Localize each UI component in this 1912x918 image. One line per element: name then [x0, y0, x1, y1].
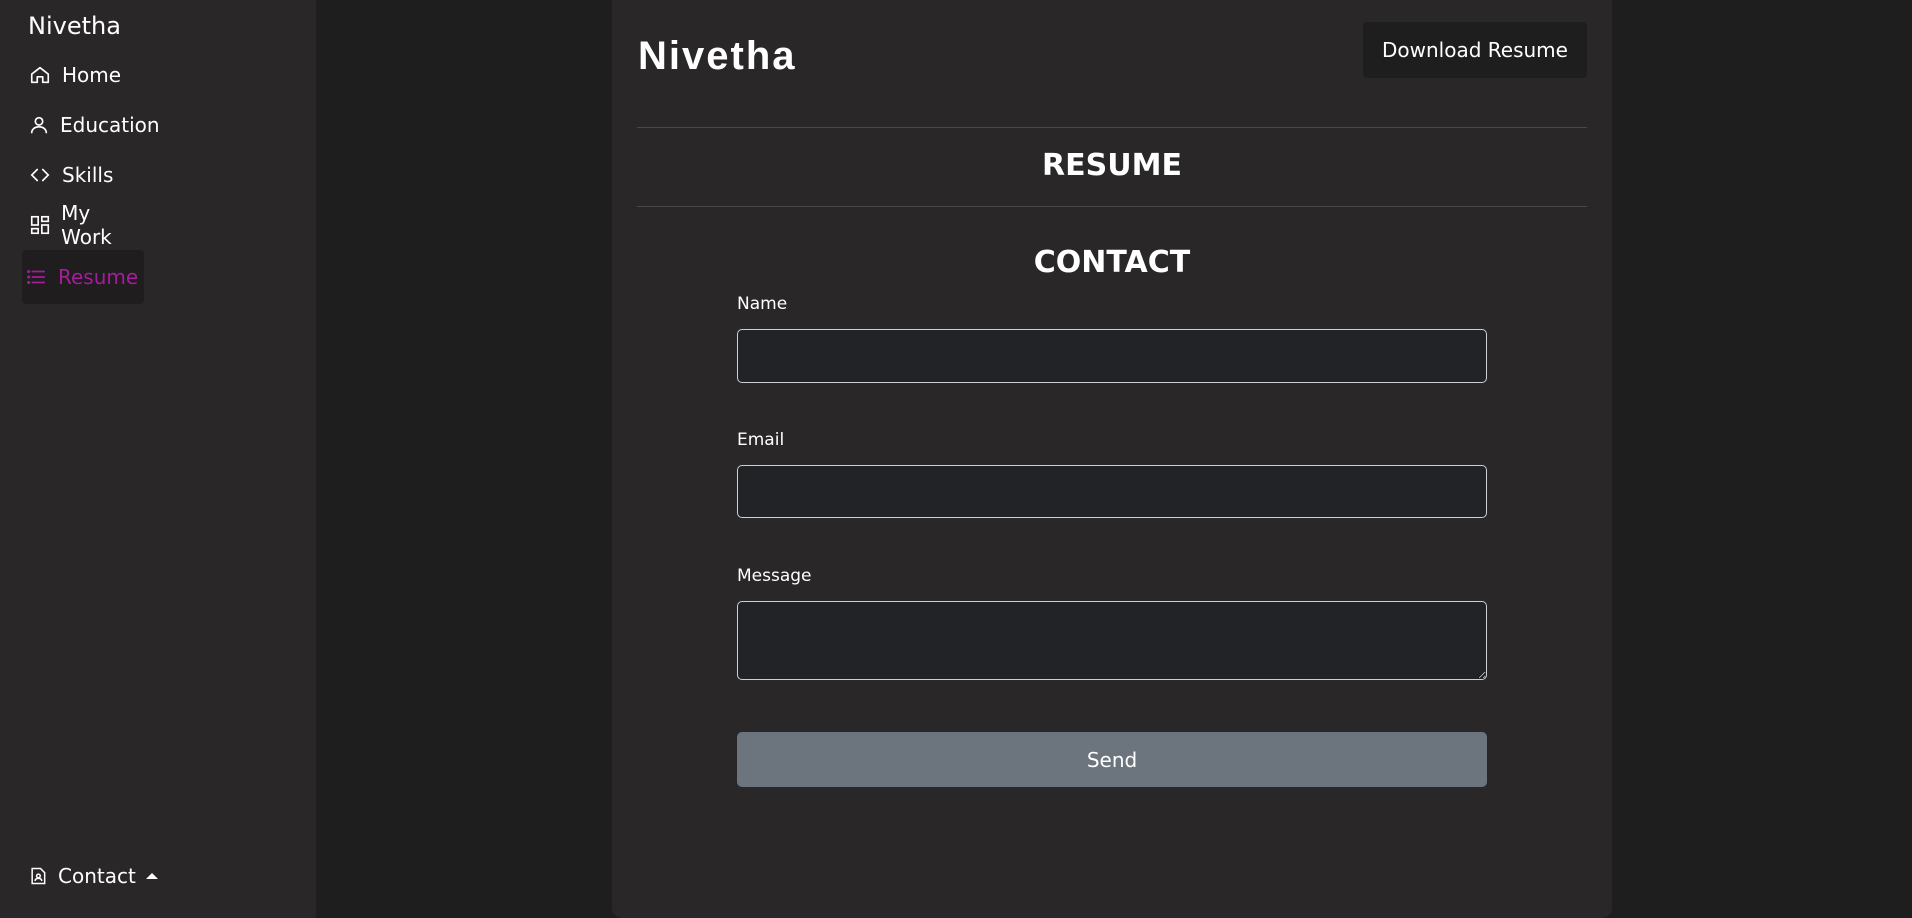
- contact-card-icon: [28, 864, 50, 888]
- list-icon: [24, 265, 48, 289]
- sidebar-item-my-work[interactable]: My Work: [22, 200, 144, 250]
- sidebar-item-label: Home: [62, 63, 122, 87]
- email-field[interactable]: [737, 465, 1487, 518]
- email-label: Email: [737, 430, 785, 450]
- contact-heading: CONTACT: [1033, 245, 1191, 280]
- sidebar-item-home[interactable]: Home: [22, 50, 144, 100]
- sidebar-item-education[interactable]: Education: [22, 100, 160, 150]
- contact-toggle[interactable]: Contact: [28, 864, 158, 888]
- divider-top: [637, 127, 1587, 128]
- resume-card: Nivetha Download Resume RESUME CONTACT N…: [612, 0, 1612, 918]
- home-icon: [28, 63, 52, 87]
- page-title: Nivetha: [638, 34, 797, 78]
- sidebar: Nivetha Home Education Skills My Work Re…: [0, 0, 316, 918]
- download-resume-button[interactable]: Download Resume: [1363, 22, 1587, 78]
- divider-bottom: [637, 206, 1587, 207]
- message-field[interactable]: [737, 601, 1487, 680]
- sidebar-item-label: My Work: [61, 201, 112, 249]
- sidebar-item-label: Skills: [62, 163, 114, 187]
- message-label: Message: [737, 566, 812, 586]
- name-label: Name: [737, 294, 788, 314]
- dashboard-icon: [28, 213, 51, 237]
- caret-up-icon: [145, 872, 158, 880]
- resume-heading: RESUME: [1042, 148, 1182, 183]
- sidebar-item-resume[interactable]: Resume: [22, 250, 144, 304]
- sidebar-nav: Home Education Skills My Work Resume: [22, 50, 160, 304]
- sidebar-item-label: Education: [60, 113, 160, 137]
- sidebar-item-skills[interactable]: Skills: [22, 150, 144, 200]
- brand-name[interactable]: Nivetha: [28, 12, 121, 40]
- name-field[interactable]: [737, 329, 1487, 383]
- person-icon: [28, 113, 50, 137]
- contact-toggle-label: Contact: [58, 864, 136, 888]
- send-button[interactable]: Send: [737, 732, 1487, 787]
- code-icon: [28, 163, 52, 187]
- sidebar-item-label: Resume: [58, 265, 139, 289]
